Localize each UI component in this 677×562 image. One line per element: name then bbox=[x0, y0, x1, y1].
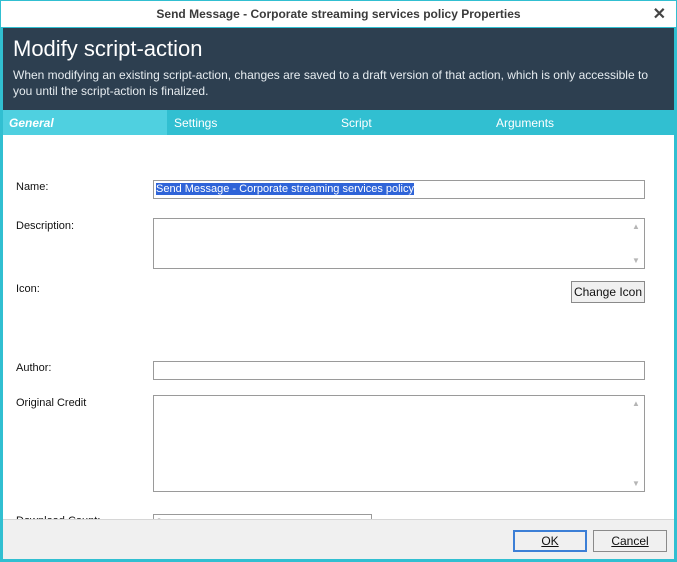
header-banner: Modify script-action When modifying an e… bbox=[3, 28, 674, 110]
cancel-button[interactable]: Cancel bbox=[593, 530, 667, 552]
author-input[interactable] bbox=[153, 361, 645, 380]
name-input-value: Send Message - Corporate streaming servi… bbox=[156, 183, 415, 195]
ok-button[interactable]: OK bbox=[513, 530, 587, 552]
icon-label: Icon: bbox=[16, 283, 40, 295]
change-icon-button[interactable]: Change Icon bbox=[571, 281, 645, 303]
tab-bar: General Settings Script Arguments bbox=[3, 110, 674, 135]
original-credit-scrollbar[interactable]: ▲ ▼ bbox=[628, 396, 644, 491]
author-label: Author: bbox=[16, 362, 52, 374]
name-input[interactable]: Send Message - Corporate streaming servi… bbox=[153, 180, 645, 199]
description-scrollbar[interactable]: ▲ ▼ bbox=[628, 219, 644, 268]
properties-dialog: Send Message - Corporate streaming servi… bbox=[0, 0, 677, 562]
dialog-footer: OK Cancel bbox=[3, 519, 674, 559]
scroll-down-icon[interactable]: ▼ bbox=[632, 256, 640, 265]
name-label: Name: bbox=[16, 181, 49, 193]
scroll-up-icon[interactable]: ▲ bbox=[632, 222, 640, 231]
description-label: Description: bbox=[16, 220, 75, 232]
tab-arguments[interactable]: Arguments bbox=[496, 110, 554, 135]
page-title: Modify script-action bbox=[13, 36, 203, 61]
tab-general[interactable]: General bbox=[3, 110, 167, 135]
original-credit-textarea[interactable]: ▲ ▼ bbox=[153, 395, 645, 492]
original-credit-label: Original Credit bbox=[16, 397, 87, 409]
tab-script[interactable]: Script bbox=[341, 110, 372, 135]
close-icon[interactable]: ✕ bbox=[653, 4, 666, 24]
ok-button-label: OK bbox=[541, 534, 559, 548]
window-title: Send Message - Corporate streaming servi… bbox=[156, 7, 521, 21]
scroll-up-icon[interactable]: ▲ bbox=[632, 399, 640, 408]
title-bar: Send Message - Corporate streaming servi… bbox=[0, 0, 677, 28]
page-description: When modifying an existing script-action… bbox=[13, 68, 648, 98]
description-textarea[interactable]: ▲ ▼ bbox=[153, 218, 645, 269]
scroll-down-icon[interactable]: ▼ bbox=[632, 479, 640, 488]
general-panel: Name: Send Message - Corporate streaming… bbox=[3, 135, 674, 533]
dialog-body: Modify script-action When modifying an e… bbox=[3, 28, 674, 559]
cancel-button-label: Cancel bbox=[611, 534, 649, 548]
tab-settings[interactable]: Settings bbox=[174, 110, 217, 135]
